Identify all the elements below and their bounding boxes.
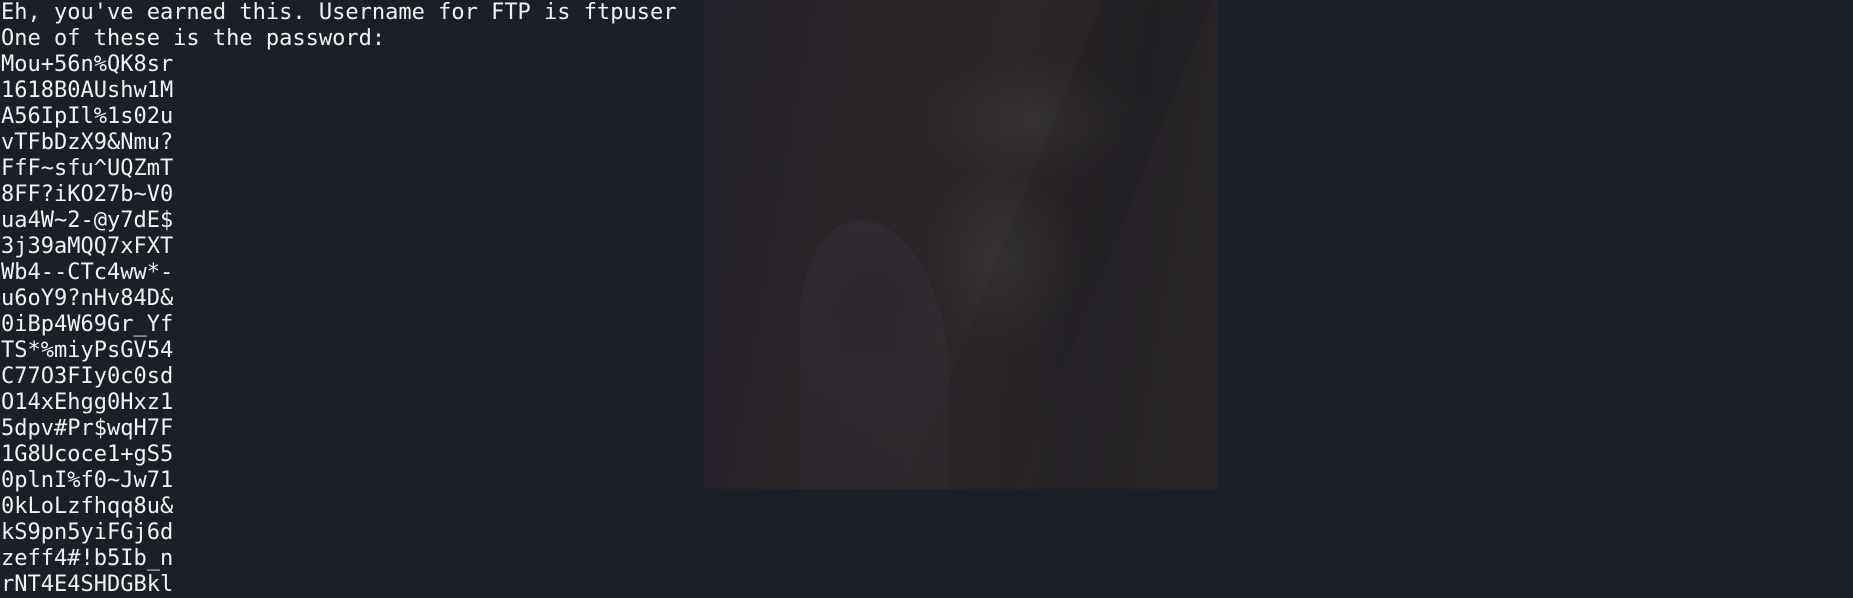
password-candidate: O14xEhgg0Hxz1	[1, 390, 174, 415]
password-candidate: 3j39aMQQ7xFXT	[1, 234, 174, 259]
password-candidate: 5dpv#Pr$wqH7F	[1, 416, 174, 441]
password-candidate: 8FF?iKO27b~V0	[1, 182, 174, 207]
password-candidate: vTFbDzX9&Nmu?	[1, 130, 174, 155]
password-candidate: rNT4E4SHDGBkl	[1, 572, 174, 597]
password-candidate: C77O3FIy0c0sd	[1, 364, 174, 389]
ftp-username-message: Eh, you've earned this. Username for FTP…	[1, 0, 677, 25]
password-candidate: 0plnI%f0~Jw71	[1, 468, 174, 493]
password-candidate-list: Mou+56n%QK8sr 1618B0AUshw1M A56IpIl%1s02…	[0, 52, 1853, 598]
password-candidate: FfF~sfu^UQZmT	[1, 156, 174, 181]
password-candidate: TS*%miyPsGV54	[1, 338, 174, 363]
password-candidate: u6oY9?nHv84D&	[1, 286, 174, 311]
password-candidate: 0kLoLzfhqq8u&	[1, 494, 174, 519]
password-candidate: Wb4--CTc4ww*-	[1, 260, 174, 285]
password-candidate: zeff4#!b5Ib_n	[1, 546, 174, 571]
password-intro-message: One of these is the password:	[1, 26, 386, 51]
password-candidate: 1618B0AUshw1M	[1, 78, 174, 103]
password-candidate: kS9pn5yiFGj6d	[1, 520, 174, 545]
password-candidate: ua4W~2-@y7dE$	[1, 208, 174, 233]
password-candidate: 0iBp4W69Gr_Yf	[1, 312, 174, 337]
password-candidate: A56IpIl%1s02u	[1, 104, 174, 129]
password-candidate: Mou+56n%QK8sr	[1, 52, 174, 77]
password-candidate: 1G8Ucoce1+gS5	[1, 442, 174, 467]
terminal-output: Eh, you've earned this. Username for FTP…	[0, 0, 1853, 598]
